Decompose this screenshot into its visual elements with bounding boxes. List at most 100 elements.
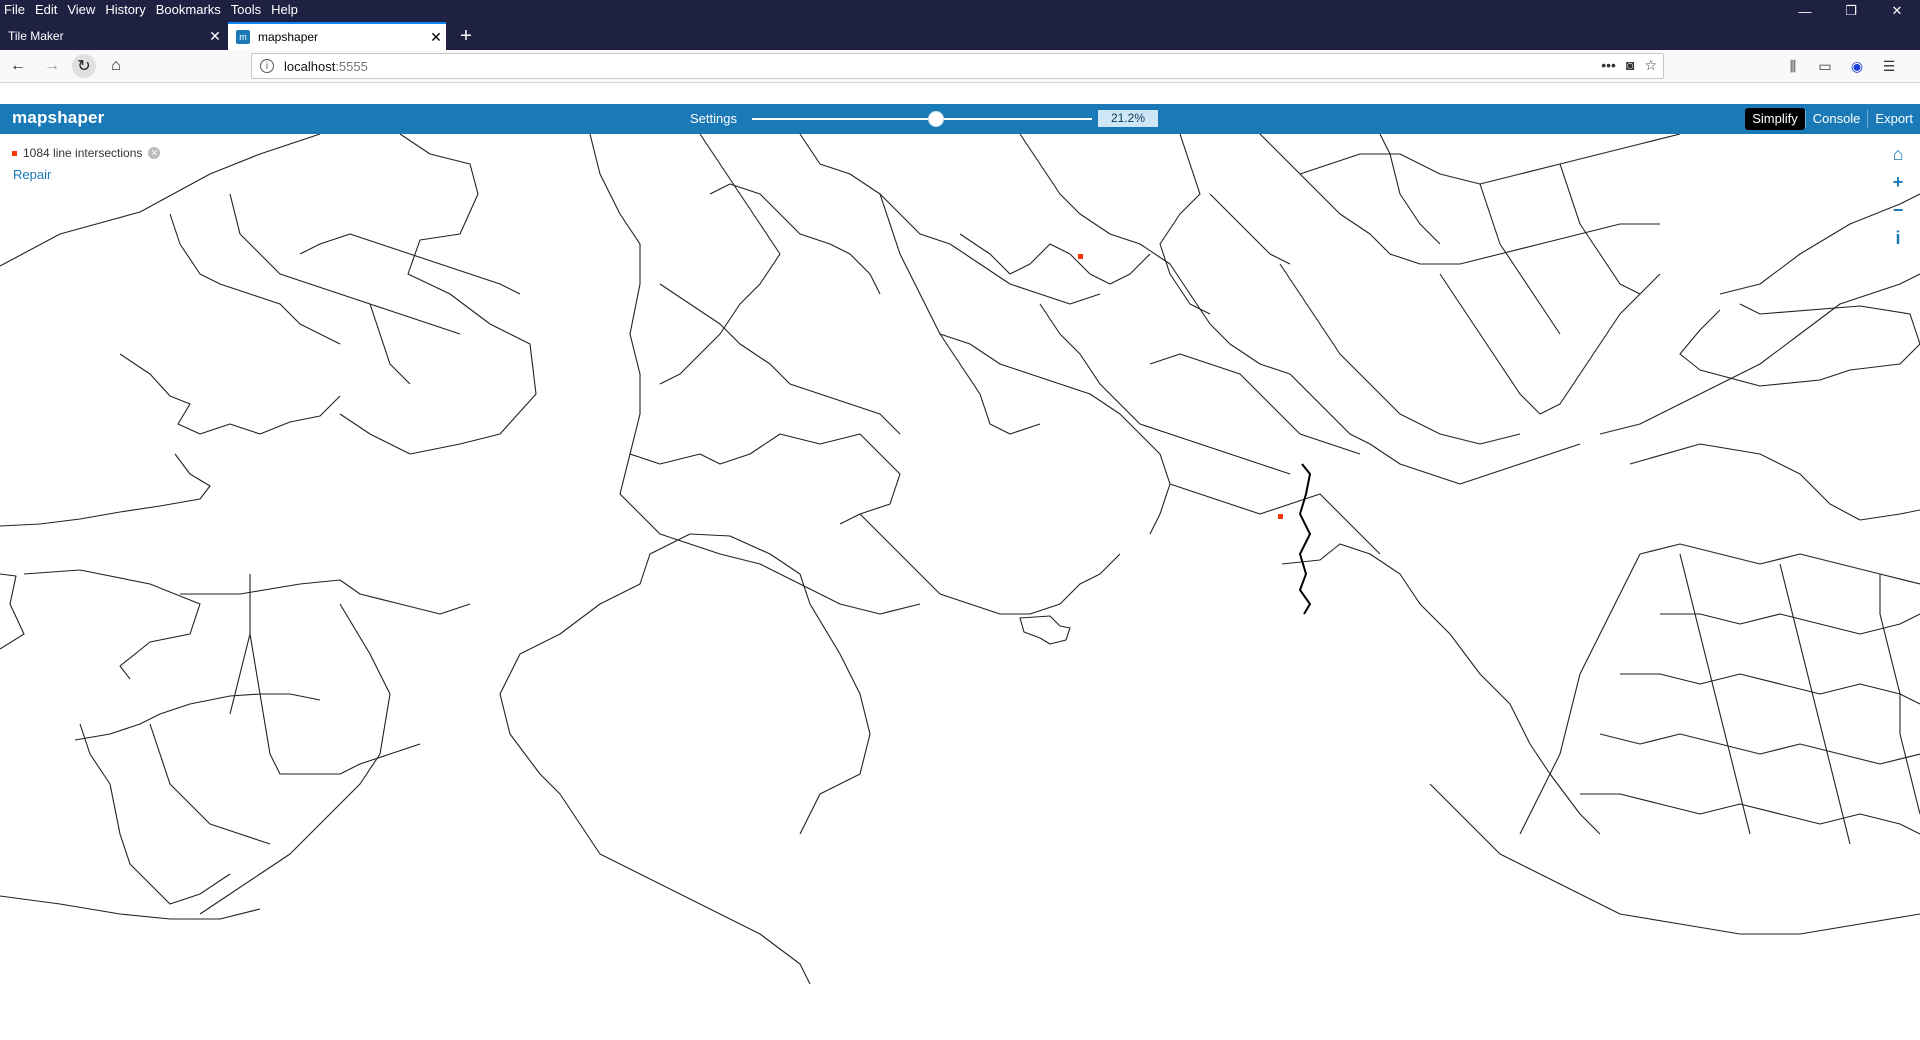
- district-boundary: [299, 233, 521, 295]
- coastline: [339, 134, 537, 455]
- coastline: [1629, 443, 1920, 521]
- district-boundary: [1149, 353, 1361, 455]
- simplify-percent-field[interactable]: 21.2%: [1098, 110, 1158, 127]
- coastline: [199, 603, 391, 915]
- coastline: [499, 533, 811, 985]
- menu-edit[interactable]: Edit: [35, 2, 57, 17]
- coastline: [1281, 543, 1601, 835]
- district-boundary: [229, 574, 251, 715]
- home-button-icon[interactable]: ⌂: [104, 54, 128, 78]
- district-boundary: [659, 283, 901, 435]
- tab-title: mapshaper: [258, 30, 319, 44]
- district-boundary: [1379, 134, 1441, 245]
- export-button[interactable]: Export: [1868, 108, 1920, 130]
- coastline: [0, 453, 211, 527]
- district-boundary: [1519, 553, 1641, 835]
- menu-bookmarks[interactable]: Bookmarks: [156, 2, 221, 17]
- extension-icon[interactable]: ◉: [1846, 54, 1868, 78]
- minimize-button[interactable]: —: [1782, 0, 1828, 22]
- info-icon[interactable]: i: [1888, 228, 1908, 248]
- slider-track: [752, 118, 1092, 120]
- map-svg[interactable]: [0, 134, 1920, 1040]
- highlighted-boundary: [1298, 463, 1312, 615]
- menu-list: File Edit View History Bookmarks Tools H…: [4, 2, 308, 17]
- intersections-message: 1084 line intersections ✕: [12, 146, 161, 160]
- back-icon[interactable]: ←: [6, 54, 30, 78]
- coastline: [1429, 783, 1920, 935]
- page-actions-icon[interactable]: •••: [1601, 57, 1616, 74]
- url-bar[interactable]: i localhost :5555 ••• ◙ ☆: [251, 53, 1664, 79]
- new-tab-button[interactable]: +: [452, 22, 480, 50]
- district-boundary: [1580, 793, 1920, 835]
- simplify-button[interactable]: Simplify: [1745, 108, 1805, 130]
- district-boundary: [959, 233, 1151, 285]
- district-boundary: [1679, 553, 1751, 835]
- library-icon[interactable]: ⫼: [1782, 54, 1804, 78]
- district-boundary: [939, 333, 1171, 535]
- settings-button[interactable]: Settings: [690, 111, 737, 126]
- zoom-in-icon[interactable]: +: [1888, 172, 1908, 192]
- map-canvas[interactable]: [0, 134, 1920, 1040]
- url-actions: ••• ◙ ☆: [1601, 57, 1657, 74]
- window-controls: — ❐ ✕: [1782, 0, 1920, 22]
- map-tools: ⌂ + − i: [1888, 144, 1908, 248]
- district-boundary: [1279, 263, 1521, 445]
- tab-mapshaper[interactable]: m mapshaper ✕: [228, 22, 446, 50]
- district-boundary: [169, 213, 341, 345]
- simplify-slider[interactable]: [752, 111, 1092, 127]
- district-boundary: [1479, 183, 1561, 335]
- home-icon[interactable]: ⌂: [1888, 144, 1908, 164]
- console-button[interactable]: Console: [1806, 108, 1868, 130]
- district-boundary: [1439, 273, 1661, 415]
- navigation-bar: ← → ↻ ⌂ i localhost :5555 ••• ◙ ☆ ⫼ ▭ ◉ …: [0, 50, 1920, 83]
- menu-tools[interactable]: Tools: [231, 2, 261, 17]
- browser-menubar: File Edit View History Bookmarks Tools H…: [0, 0, 1920, 22]
- dismiss-icon[interactable]: ✕: [148, 147, 161, 159]
- zoom-out-icon[interactable]: −: [1888, 200, 1908, 220]
- district-boundary: [1620, 673, 1920, 705]
- restore-button[interactable]: ❐: [1828, 0, 1874, 22]
- menu-view[interactable]: View: [67, 2, 95, 17]
- intersection-marker[interactable]: [1078, 254, 1083, 259]
- district-boundary: [799, 134, 1101, 305]
- intersections-label: 1084 line intersections: [23, 146, 143, 160]
- forward-icon[interactable]: →: [40, 54, 64, 78]
- district-boundary: [1209, 193, 1291, 265]
- coastline: [0, 573, 25, 650]
- close-tab-icon[interactable]: ✕: [205, 28, 225, 45]
- district-boundary: [1299, 134, 1681, 185]
- district-boundary: [149, 723, 271, 845]
- menu-help[interactable]: Help: [271, 2, 298, 17]
- sidebar-icon[interactable]: ▭: [1814, 54, 1836, 78]
- district-boundary: [859, 513, 1121, 615]
- coastline: [23, 569, 201, 680]
- reload-icon[interactable]: ↻: [72, 54, 96, 78]
- browser-toolbar-right: ⫼ ▭ ◉ ☰: [1782, 54, 1900, 78]
- hamburger-menu-icon[interactable]: ☰: [1878, 54, 1900, 78]
- district-boundary: [619, 453, 921, 615]
- district-boundary: [1039, 303, 1291, 475]
- district-boundary: [1779, 563, 1851, 845]
- close-tab-icon[interactable]: ✕: [426, 29, 446, 46]
- district-boundary: [709, 183, 881, 295]
- district-boundary: [249, 633, 421, 775]
- district-boundary: [1599, 733, 1920, 765]
- app-buttons: Simplify Console Export: [1745, 108, 1920, 130]
- menu-file[interactable]: File: [4, 2, 25, 17]
- app-logo: mapshaper: [12, 108, 105, 127]
- intersection-marker[interactable]: [1278, 514, 1283, 519]
- tab-strip: Tile Maker ✕ m mapshaper ✕ +: [0, 22, 1920, 50]
- pocket-icon[interactable]: ◙: [1626, 57, 1634, 74]
- tab-tile-maker[interactable]: Tile Maker ✕: [0, 22, 225, 50]
- menu-history[interactable]: History: [105, 2, 145, 17]
- site-info-icon[interactable]: i: [260, 59, 274, 73]
- slider-handle[interactable]: [927, 111, 944, 127]
- coastline: [74, 693, 321, 741]
- url-port: :5555: [335, 58, 368, 74]
- repair-link[interactable]: Repair: [13, 167, 51, 182]
- coastline: [689, 533, 871, 835]
- star-icon[interactable]: ☆: [1644, 57, 1657, 74]
- map-boundaries: [0, 134, 1920, 985]
- mapshaper-header: mapshaper Settings 21.2% Simplify Consol…: [0, 104, 1920, 134]
- close-window-button[interactable]: ✕: [1874, 0, 1920, 22]
